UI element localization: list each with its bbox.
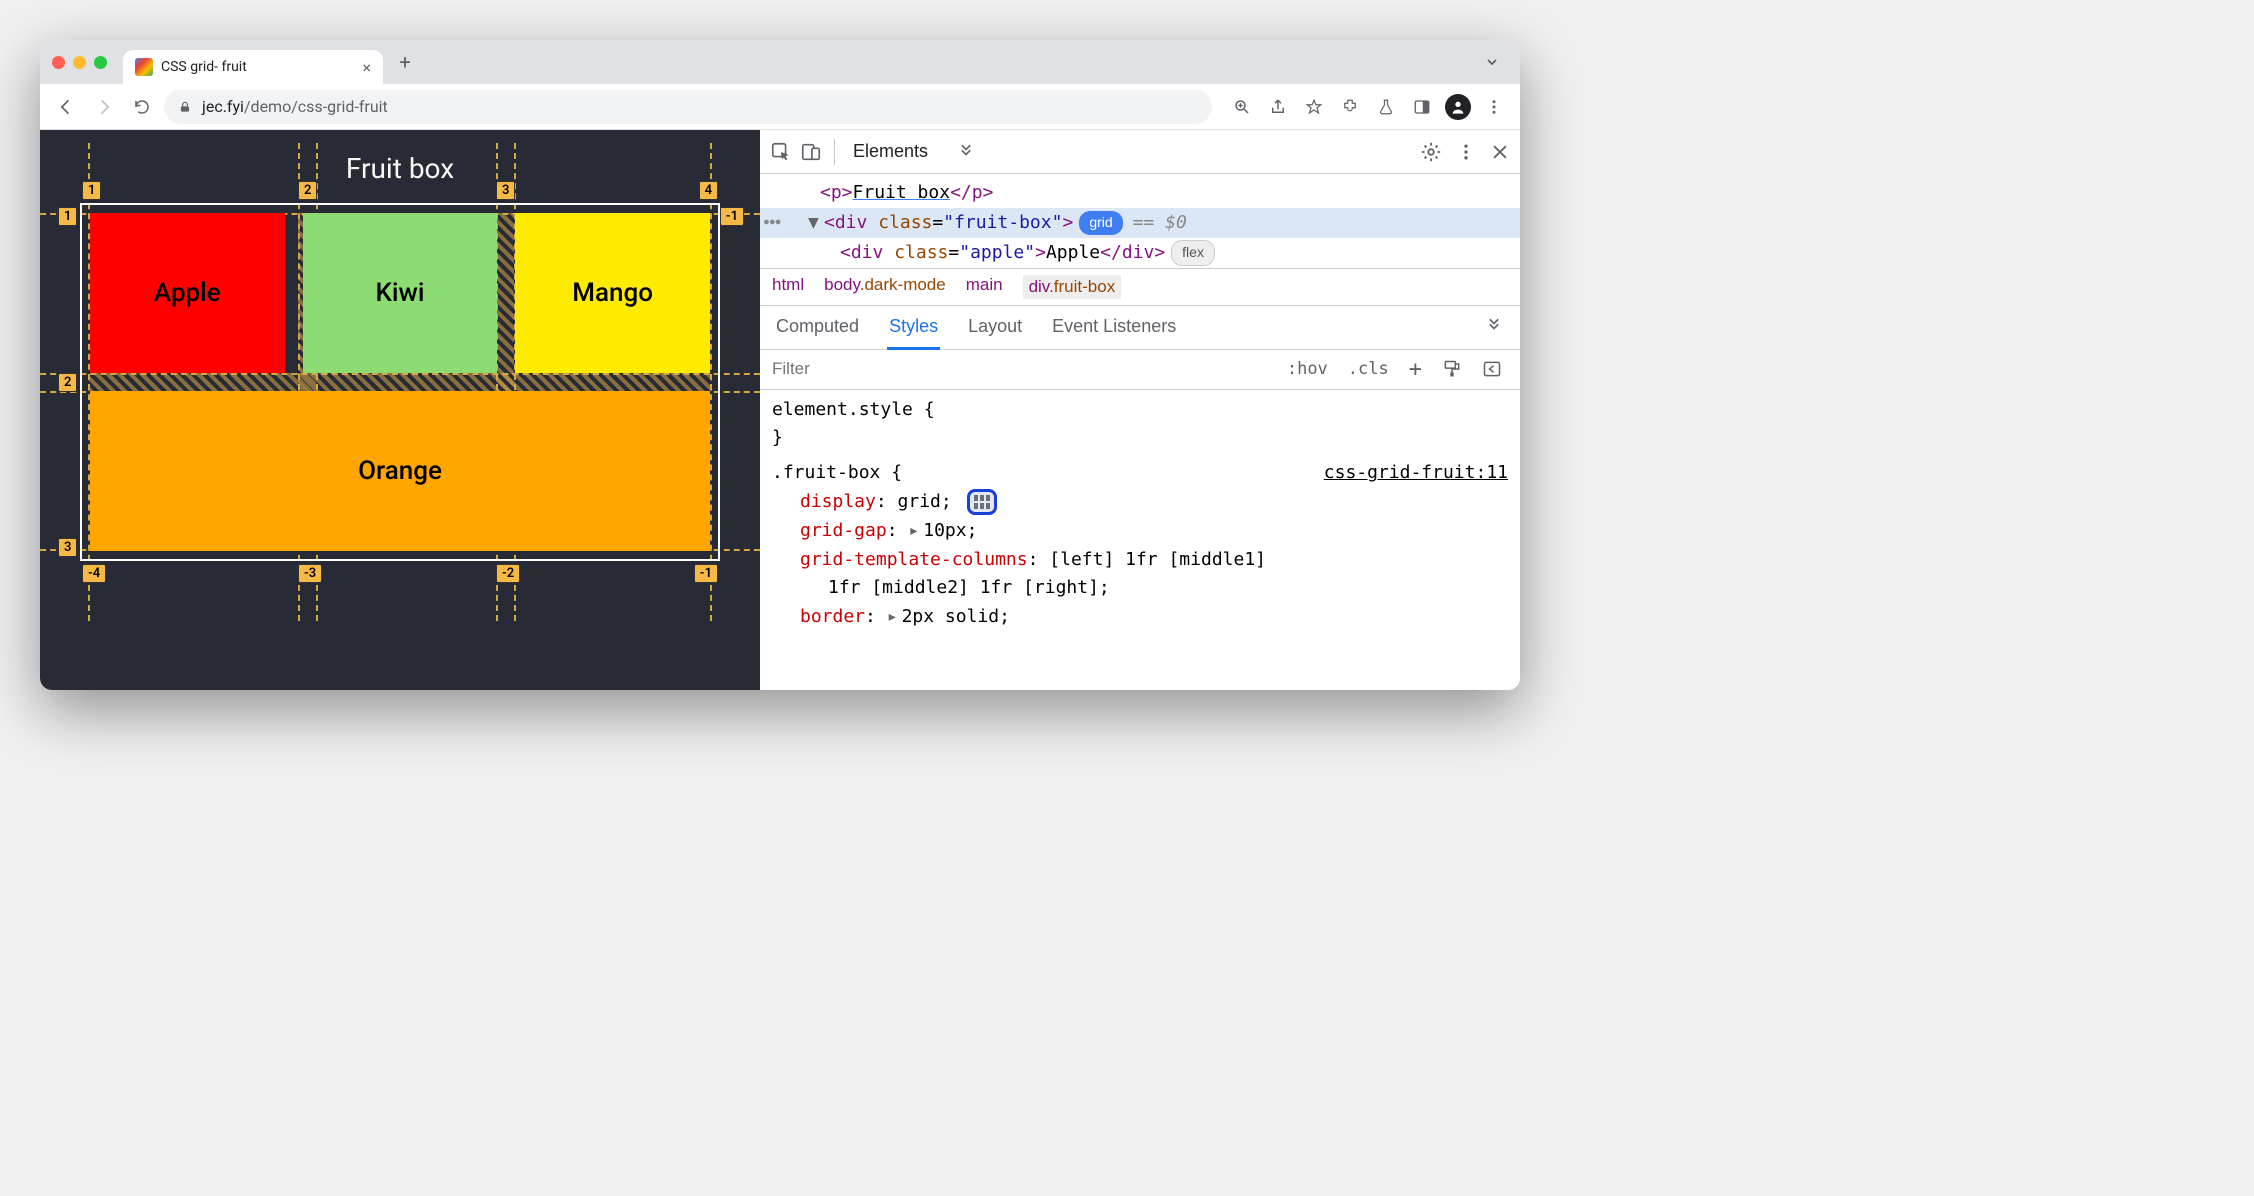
hov-toggle[interactable]: :hov: [1279, 359, 1336, 379]
bookmark-icon[interactable]: [1298, 91, 1330, 123]
computed-panel-icon[interactable]: [1474, 359, 1510, 379]
cls-toggle[interactable]: .cls: [1340, 359, 1397, 379]
devtools-panel: Elements <p>Fruit box</p> ▼<div class="f…: [760, 130, 1520, 690]
styles-filter-input[interactable]: [770, 358, 995, 380]
grid-cell-mango[interactable]: Mango: [515, 213, 710, 373]
devtools-toolbar: Elements: [760, 130, 1520, 174]
subtab-styles[interactable]: Styles: [887, 306, 940, 350]
settings-icon[interactable]: [1420, 141, 1442, 163]
crumb-item-selected[interactable]: div.fruit-box: [1023, 275, 1122, 299]
grid-label: 4: [699, 181, 718, 200]
extensions-icon[interactable]: [1334, 91, 1366, 123]
address-bar-actions: [1226, 91, 1510, 123]
dom-node[interactable]: <div class="apple">Apple</div>flex: [760, 238, 1520, 268]
grid-label: 1: [58, 207, 77, 226]
styles-subtabs: Computed Styles Layout Event Listeners: [760, 306, 1520, 350]
crumb-item[interactable]: body.dark-mode: [824, 275, 946, 299]
inspect-icon[interactable]: [770, 141, 792, 163]
grid-label: 2: [58, 373, 77, 392]
crumb-item[interactable]: main: [966, 275, 1003, 299]
url-text: jec.fyi/demo/css-grid-fruit: [202, 97, 388, 116]
subtab-event-listeners[interactable]: Event Listeners: [1050, 306, 1178, 349]
tab-title: CSS grid- fruit: [161, 59, 247, 75]
grid-label: 3: [58, 538, 77, 557]
profile-avatar[interactable]: [1442, 91, 1474, 123]
close-window-icon[interactable]: [52, 56, 65, 69]
grid-cell-kiwi[interactable]: Kiwi: [303, 213, 498, 373]
grid-label: -3: [298, 564, 322, 583]
zoom-icon[interactable]: [1226, 91, 1258, 123]
browser-tab[interactable]: CSS grid- fruit ×: [123, 50, 383, 84]
favicon-icon: [135, 58, 153, 76]
reload-button[interactable]: [126, 91, 158, 123]
grid-badge[interactable]: grid: [1079, 211, 1122, 235]
grid-label: -4: [82, 564, 106, 583]
grid-label: 2: [298, 181, 317, 200]
style-rule[interactable]: element.style {: [772, 396, 1508, 425]
paint-icon[interactable]: [1434, 359, 1470, 379]
flex-badge[interactable]: flex: [1171, 240, 1215, 266]
device-toggle-icon[interactable]: [800, 141, 822, 163]
crumb-item[interactable]: html: [772, 275, 804, 299]
side-panel-icon[interactable]: [1406, 91, 1438, 123]
grid-label: -1: [720, 207, 744, 226]
dom-tree[interactable]: <p>Fruit box</p> ▼<div class="fruit-box"…: [760, 174, 1520, 268]
styles-pane[interactable]: element.style { } css-grid-fruit:11 .fru…: [760, 390, 1520, 644]
dom-node[interactable]: <p>Fruit box</p>: [760, 178, 1520, 208]
grid-cell-apple[interactable]: Apple: [90, 213, 285, 373]
content-area: Fruit box Apple K: [40, 130, 1520, 690]
grid-label: -1: [694, 564, 718, 583]
page-heading: Fruit box: [40, 130, 760, 203]
subtab-layout[interactable]: Layout: [966, 306, 1024, 349]
grid-label: -2: [496, 564, 520, 583]
grid-label: 1: [82, 181, 101, 200]
grid-overlay-area: Apple Kiwi Mango Orange 1 2 3 4 1 2 3 -1…: [80, 203, 720, 561]
minimize-window-icon[interactable]: [73, 56, 86, 69]
address-bar: jec.fyi/demo/css-grid-fruit: [40, 84, 1520, 130]
dom-node-selected[interactable]: ▼<div class="fruit-box">grid== $0: [760, 208, 1520, 238]
forward-button[interactable]: [88, 91, 120, 123]
source-link[interactable]: css-grid-fruit:11: [1324, 459, 1508, 488]
labs-icon[interactable]: [1370, 91, 1402, 123]
window-controls: [52, 56, 107, 69]
grid-editor-icon[interactable]: [967, 489, 997, 515]
browser-window: CSS grid- fruit × + jec.fyi/demo/css-gri…: [40, 40, 1520, 690]
new-tab-button[interactable]: +: [391, 48, 419, 76]
styles-filter-row: :hov .cls +: [760, 350, 1520, 390]
tab-dropdown-icon[interactable]: [1476, 50, 1508, 74]
rendered-page: Fruit box Apple K: [40, 130, 760, 690]
grid-label: 3: [496, 181, 515, 200]
share-icon[interactable]: [1262, 91, 1294, 123]
lock-icon: [178, 100, 192, 114]
fruit-box-grid[interactable]: Apple Kiwi Mango Orange: [80, 203, 720, 561]
more-menu-icon[interactable]: [1456, 142, 1476, 162]
more-tabs-icon[interactable]: [956, 142, 976, 162]
more-subtabs-icon[interactable]: [1482, 306, 1506, 349]
style-rule[interactable]: css-grid-fruit:11 .fruit-box { display: …: [772, 459, 1508, 632]
omnibox[interactable]: jec.fyi/demo/css-grid-fruit: [164, 90, 1212, 124]
dom-breadcrumb[interactable]: html body.dark-mode main div.fruit-box: [760, 268, 1520, 306]
close-devtools-icon[interactable]: [1490, 142, 1510, 162]
panel-tab-elements[interactable]: Elements: [847, 137, 934, 166]
back-button[interactable]: [50, 91, 82, 123]
close-tab-icon[interactable]: ×: [362, 58, 371, 77]
new-style-rule-icon[interactable]: +: [1401, 357, 1430, 382]
menu-icon[interactable]: [1478, 91, 1510, 123]
chrome-tab-strip: CSS grid- fruit × +: [40, 40, 1520, 84]
maximize-window-icon[interactable]: [94, 56, 107, 69]
grid-cell-orange[interactable]: Orange: [90, 391, 710, 551]
subtab-computed[interactable]: Computed: [774, 306, 861, 349]
